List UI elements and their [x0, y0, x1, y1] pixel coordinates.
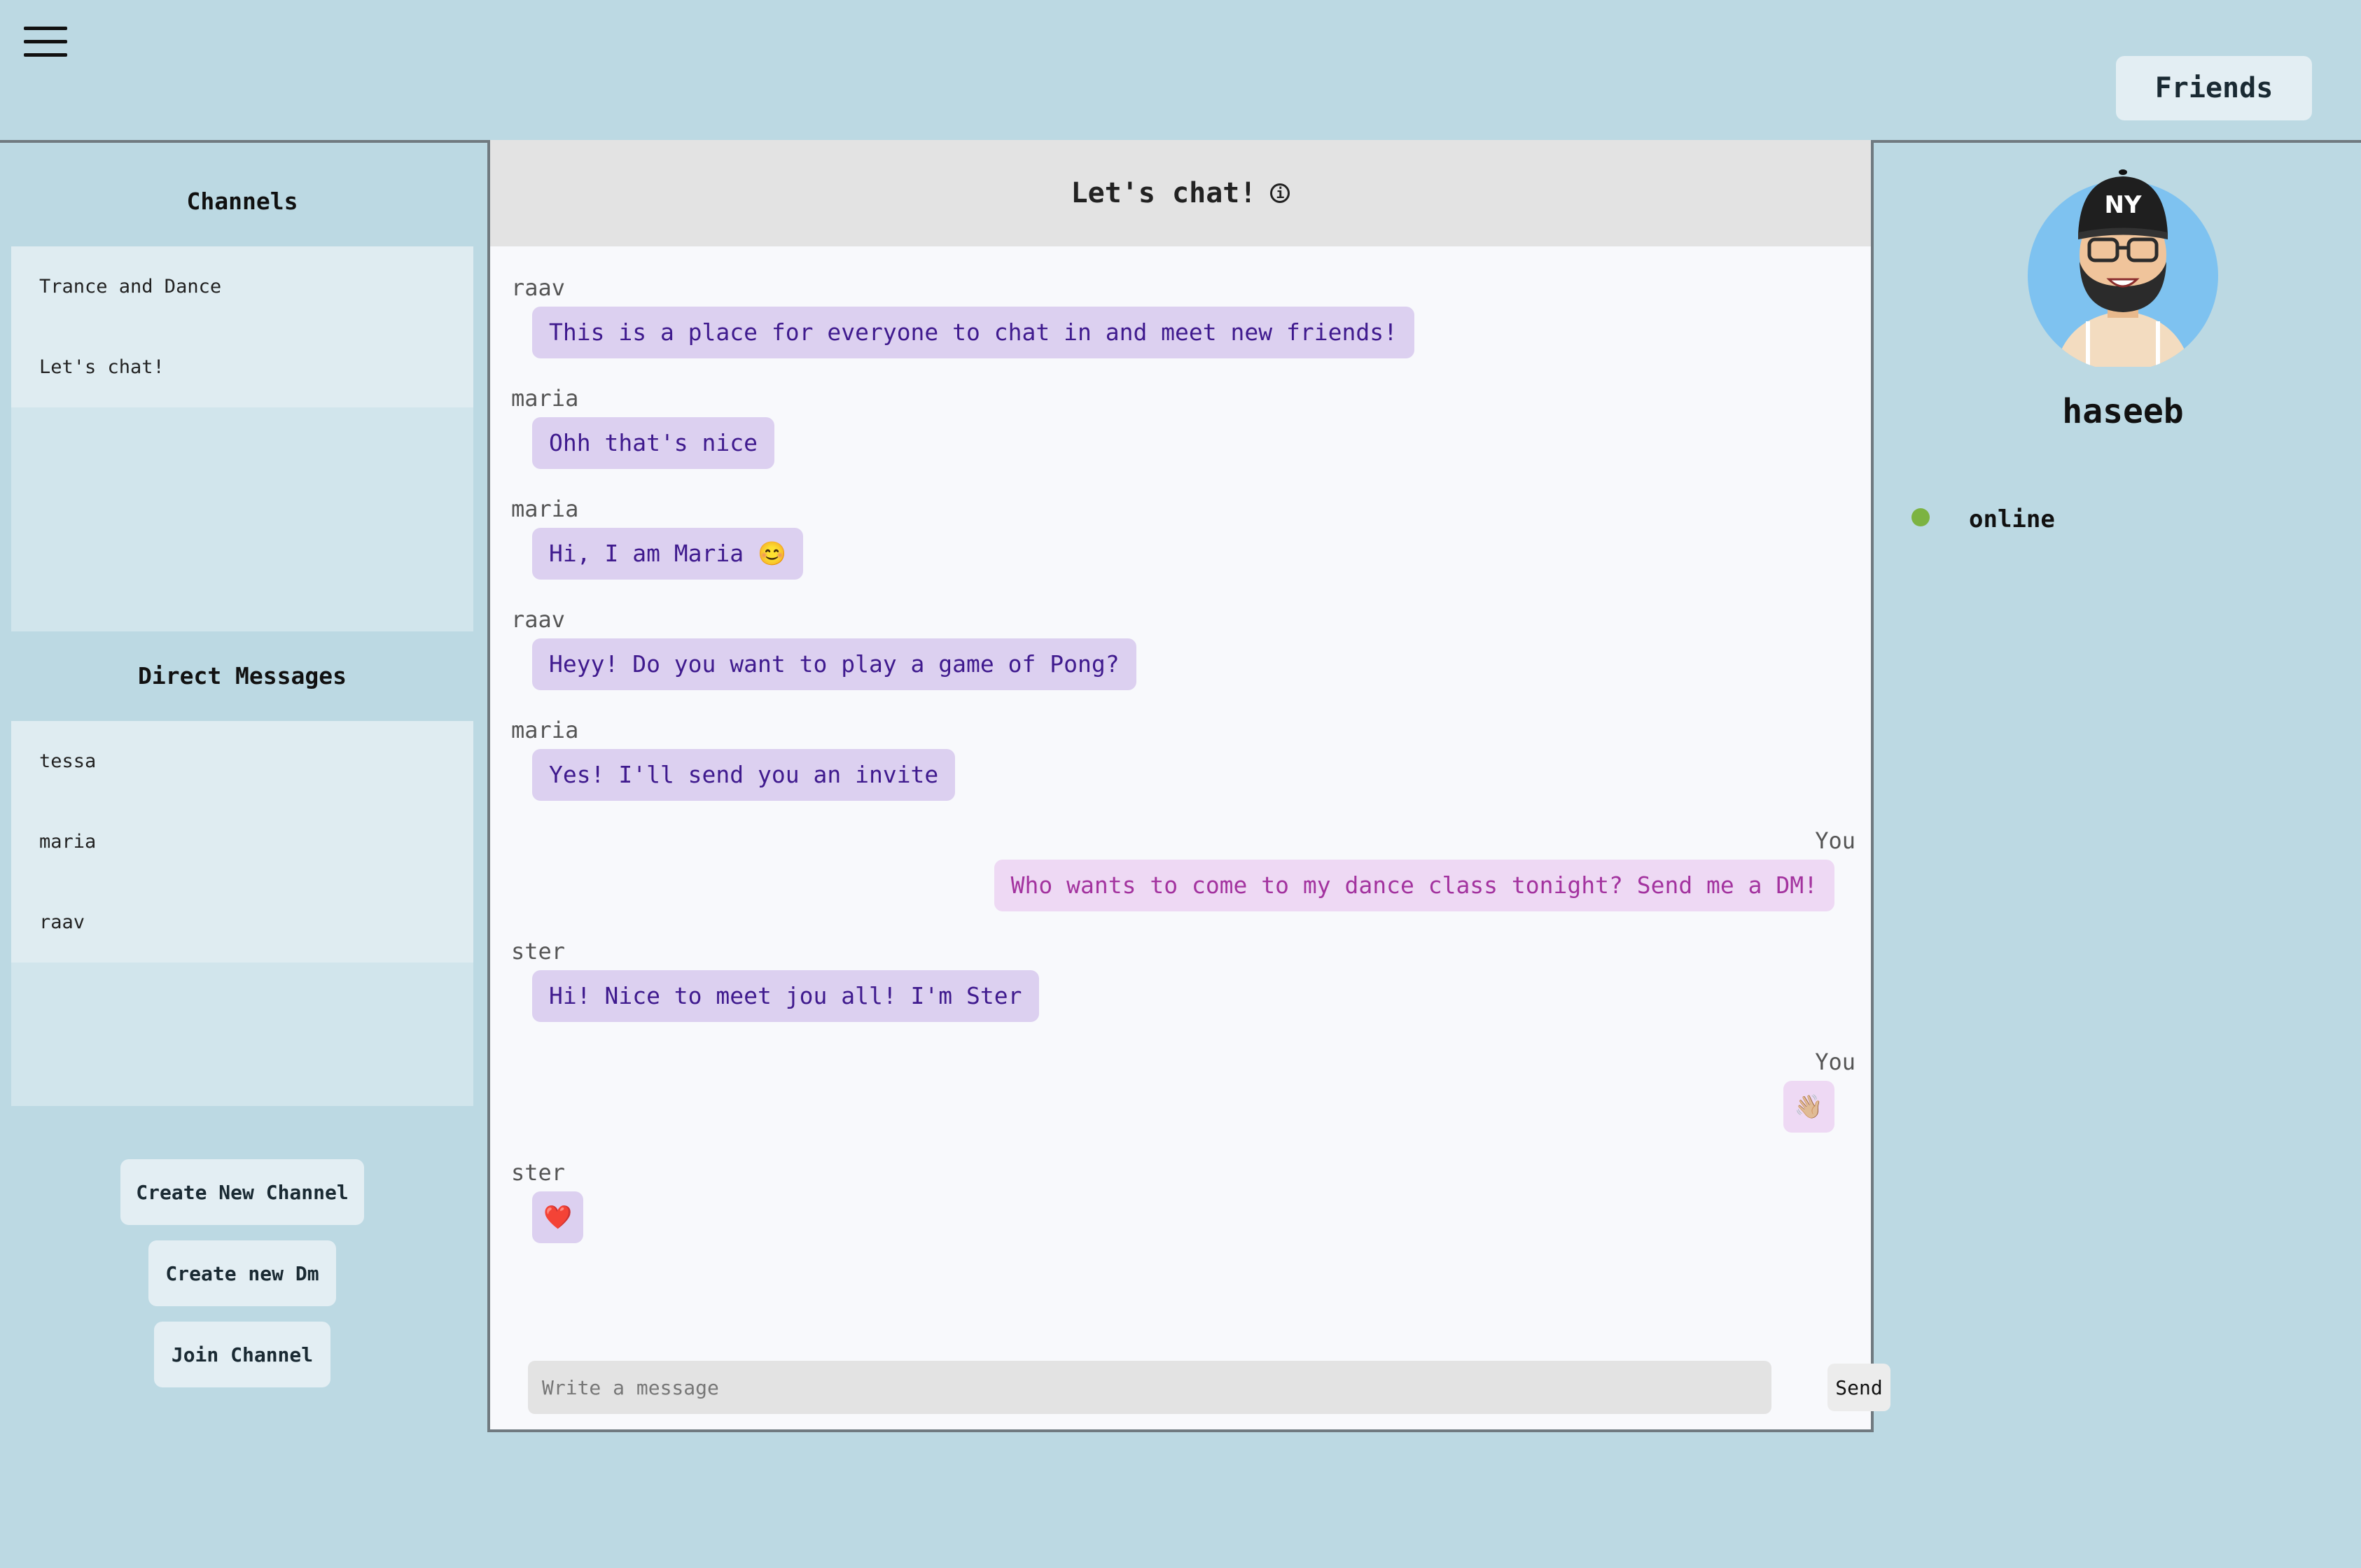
message-input[interactable] — [528, 1361, 1771, 1414]
message-bubble: Hi! Nice to meet jou all! I'm Ster — [532, 970, 1039, 1022]
message: raav Heyy! Do you want to play a game of… — [511, 606, 1136, 690]
direct-messages-title: Direct Messages — [137, 662, 347, 690]
message: maria Ohh that's nice — [511, 385, 775, 469]
online-status-icon — [1911, 508, 1930, 526]
join-channel-button[interactable]: Join Channel — [154, 1322, 330, 1387]
message-author: ster — [511, 1159, 566, 1186]
chat-header: Let's chat! i — [490, 140, 1871, 246]
create-new-dm-button[interactable]: Create new Dm — [148, 1240, 336, 1306]
dm-item[interactable]: raav — [11, 882, 473, 962]
hamburger-menu-icon[interactable] — [24, 27, 67, 57]
dm-list: tessa maria raav — [11, 721, 473, 1106]
channel-item[interactable]: Let's chat! — [11, 327, 473, 407]
message-own: You 👋🏼 — [1783, 1049, 1855, 1133]
message: raav This is a place for everyone to cha… — [511, 274, 1414, 358]
friends-button[interactable]: Friends — [2116, 56, 2312, 120]
avatar: NY — [2025, 157, 2221, 371]
message-composer: Send — [528, 1361, 1890, 1414]
svg-text:NY: NY — [2104, 191, 2141, 219]
chat-title: Let's chat! — [1071, 177, 1257, 209]
message-author: raav — [511, 606, 566, 633]
message-author: You — [1815, 827, 1855, 854]
channels-title: Channels — [186, 188, 298, 215]
channel-item[interactable]: Trance and Dance — [11, 246, 473, 327]
dm-item[interactable]: tessa — [11, 721, 473, 802]
message-bubble: Yes! I'll send you an invite — [532, 749, 956, 801]
top-bar: Friends — [0, 0, 2361, 140]
info-icon[interactable]: i — [1270, 183, 1290, 203]
message-author: maria — [511, 385, 579, 412]
message-author: You — [1815, 1049, 1855, 1075]
dm-item[interactable]: maria — [11, 802, 473, 882]
message-author: raav — [511, 274, 566, 301]
message-author: maria — [511, 717, 579, 743]
chat-panel: Let's chat! i raav This is a place for e… — [487, 140, 1890, 1432]
message-bubble: This is a place for everyone to chat in … — [532, 307, 1414, 358]
message-bubble: Heyy! Do you want to play a game of Pong… — [532, 638, 1136, 690]
message: ster Hi! Nice to meet jou all! I'm Ster — [511, 938, 1039, 1022]
status-text: online — [1969, 505, 2055, 533]
message: maria Hi, I am Maria 😊 — [511, 496, 804, 580]
message-bubble: Hi, I am Maria 😊 — [532, 528, 804, 580]
message-bubble: ❤️ — [532, 1191, 584, 1243]
message-bubble: Ohh that's nice — [532, 417, 775, 469]
message-own: You Who wants to come to my dance class … — [994, 827, 1855, 911]
message-bubble-own: 👋🏼 — [1783, 1081, 1834, 1133]
channels-list: Trance and Dance Let's chat! — [11, 246, 473, 631]
send-button[interactable]: Send — [1827, 1364, 1890, 1411]
message: maria Yes! I'll send you an invite — [511, 717, 956, 801]
message-bubble-own: Who wants to come to my dance class toni… — [994, 860, 1834, 911]
profile-name: haseeb — [2062, 392, 2184, 431]
message-author: ster — [511, 938, 566, 965]
create-new-channel-button[interactable]: Create New Channel — [120, 1159, 364, 1225]
message-author: maria — [511, 496, 579, 522]
message: ster ❤️ — [511, 1159, 584, 1243]
